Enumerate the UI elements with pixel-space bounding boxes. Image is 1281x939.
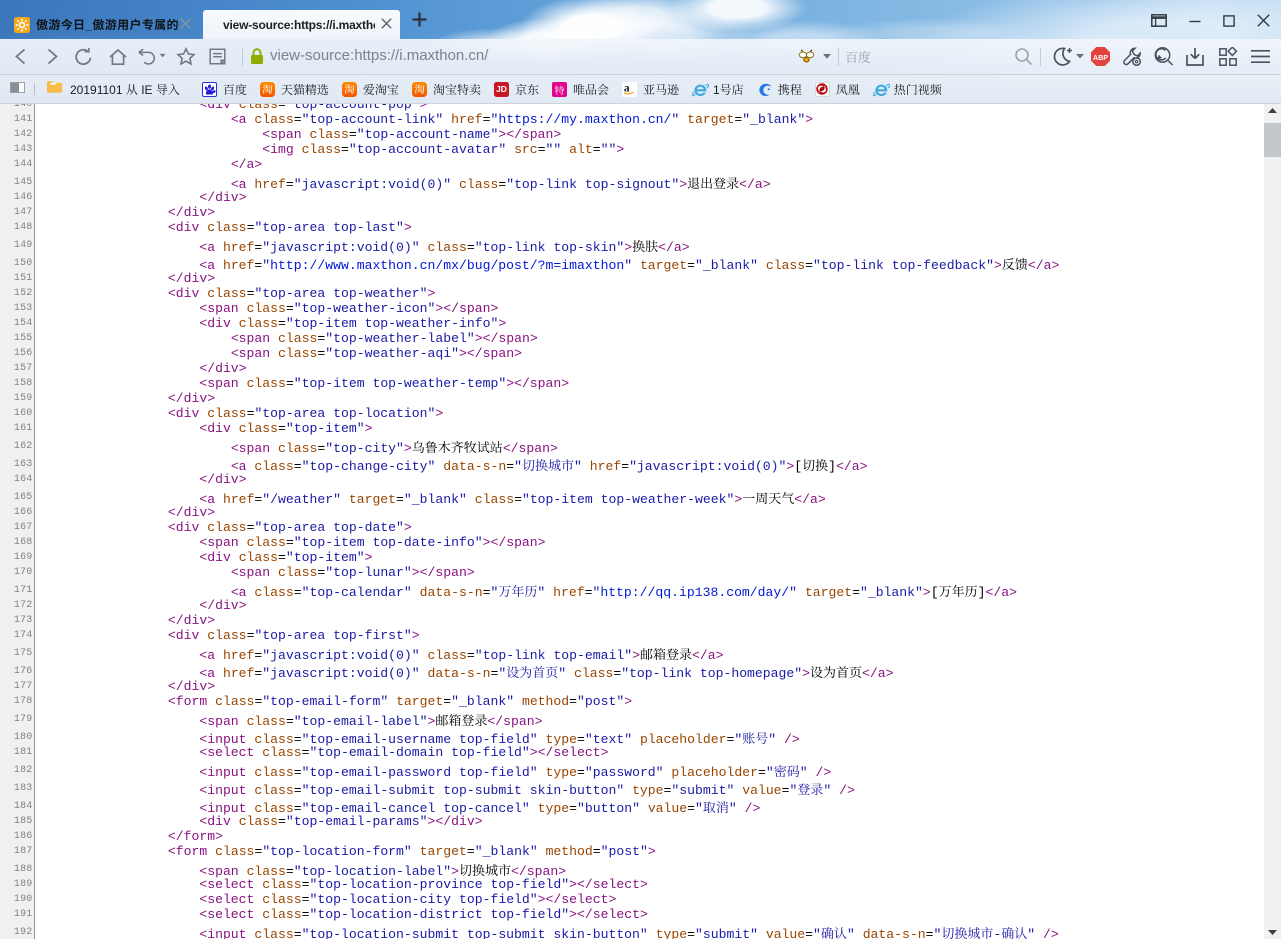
svg-text:ABP: ABP — [1093, 53, 1108, 62]
